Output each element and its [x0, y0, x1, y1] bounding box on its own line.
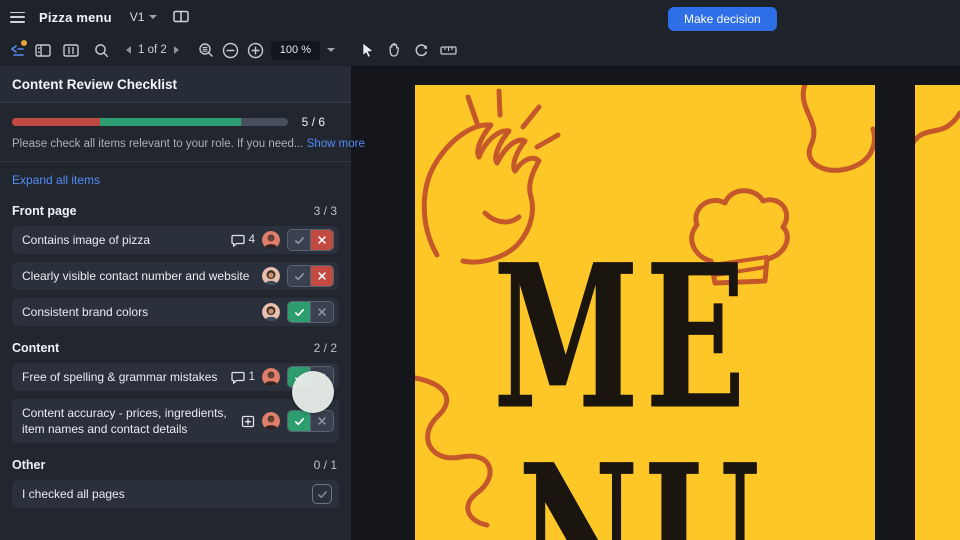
checklist-item[interactable]: Contains image of pizza 4 — [12, 226, 339, 254]
divider — [0, 161, 351, 162]
avatar[interactable] — [262, 231, 280, 249]
show-more-link[interactable]: Show more — [307, 138, 365, 150]
page-indicator: 1 of 2 — [138, 44, 167, 56]
spread-view-icon[interactable] — [60, 39, 82, 61]
select-cursor-icon[interactable] — [357, 39, 379, 61]
zoom-dropdown-icon[interactable] — [327, 48, 335, 52]
version-label: V1 — [130, 10, 145, 24]
page-navigator: 1 of 2 — [126, 44, 179, 56]
checklist-header: Content Review Checklist — [0, 66, 351, 103]
chevron-down-icon — [149, 15, 157, 19]
checklist-panel-icon[interactable] — [6, 39, 28, 61]
comments-chip[interactable]: 4 — [231, 234, 255, 247]
document-canvas[interactable]: ME NU — [351, 66, 960, 540]
progress-approved-segment — [100, 118, 241, 126]
checklist-title: Content Review Checklist — [12, 77, 177, 92]
zoom-level-control[interactable]: 100 % — [271, 41, 320, 60]
comment-count: 4 — [249, 234, 255, 246]
section-content: Content 2 / 2 — [12, 341, 339, 355]
make-decision-button[interactable]: Make decision — [668, 7, 777, 31]
avatar[interactable] — [262, 267, 280, 285]
section-front-page: Front page 3 / 3 — [12, 204, 339, 218]
poster-word-line2: NU — [518, 440, 766, 540]
comment-count: 1 — [249, 371, 255, 383]
reject-option[interactable] — [310, 367, 333, 387]
approve-option[interactable] — [288, 266, 310, 286]
checkbox-unchecked[interactable] — [312, 484, 332, 504]
comment-icon — [231, 371, 245, 384]
checklist-item[interactable]: Consistent brand colors — [12, 298, 339, 326]
checklist-item[interactable]: Content accuracy - prices, ingredients, … — [12, 399, 339, 443]
avatar[interactable] — [262, 368, 280, 386]
search-icon[interactable] — [90, 39, 112, 61]
progress-rejected-segment — [12, 118, 100, 126]
reject-option[interactable] — [310, 411, 333, 431]
top-bar: Pizza menu V1 Make decision — [0, 0, 960, 34]
zoom-in-icon[interactable] — [245, 39, 267, 61]
add-comment-button[interactable] — [241, 415, 255, 428]
approval-toggle[interactable] — [287, 366, 334, 388]
checklist-item[interactable]: Clearly visible contact number and websi… — [12, 262, 339, 290]
menu-page-2-edge[interactable] — [915, 85, 960, 540]
reject-option[interactable] — [310, 230, 333, 250]
poster-word-line1: ME — [493, 240, 752, 438]
expand-all-link[interactable]: Expand all items — [12, 173, 100, 187]
approval-toggle[interactable] — [287, 301, 334, 323]
checklist-description: Please check all items relevant to your … — [12, 138, 339, 150]
section-other: Other 0 / 1 — [12, 458, 339, 472]
menu-page-1[interactable]: ME NU — [415, 85, 875, 540]
measure-ruler-icon[interactable] — [438, 39, 460, 61]
reject-option[interactable] — [310, 302, 333, 322]
approve-option[interactable] — [288, 367, 310, 387]
previous-page-icon[interactable] — [126, 46, 131, 54]
rotate-icon[interactable] — [411, 39, 433, 61]
compare-pages-icon[interactable] — [173, 10, 189, 24]
approve-option[interactable] — [288, 230, 310, 250]
zoom-level-value: 100 % — [280, 44, 311, 56]
checklist-panel: Content Review Checklist 5 / 6 Please ch… — [0, 66, 351, 540]
pan-hand-icon[interactable] — [384, 39, 406, 61]
checklist-item[interactable]: Free of spelling & grammar mistakes 1 — [12, 363, 339, 391]
pages-panel-icon[interactable] — [32, 39, 54, 61]
reject-option[interactable] — [310, 266, 333, 286]
approval-toggle[interactable] — [287, 410, 334, 432]
progress-bar — [12, 118, 288, 126]
progress-count: 5 / 6 — [302, 115, 339, 129]
avatar[interactable] — [262, 303, 280, 321]
comment-icon — [231, 234, 245, 247]
next-page-icon[interactable] — [174, 46, 179, 54]
approval-toggle[interactable] — [287, 229, 334, 251]
comments-chip[interactable]: 1 — [231, 371, 255, 384]
version-dropdown[interactable]: V1 — [130, 10, 158, 24]
hamburger-menu-icon[interactable] — [10, 12, 25, 23]
approval-toggle[interactable] — [287, 265, 334, 287]
approve-option[interactable] — [288, 302, 310, 322]
zoom-out-icon[interactable] — [220, 39, 242, 61]
toolbar: 1 of 2 100 % — [0, 34, 960, 67]
avatar[interactable] — [262, 412, 280, 430]
checklist-item[interactable]: I checked all pages — [12, 480, 339, 508]
approve-option[interactable] — [288, 411, 310, 431]
document-title: Pizza menu — [39, 10, 112, 25]
checklist-progress: 5 / 6 — [12, 115, 339, 129]
notification-dot — [21, 40, 27, 46]
add-comment-icon — [241, 415, 255, 428]
zoom-area-icon[interactable] — [195, 39, 217, 61]
